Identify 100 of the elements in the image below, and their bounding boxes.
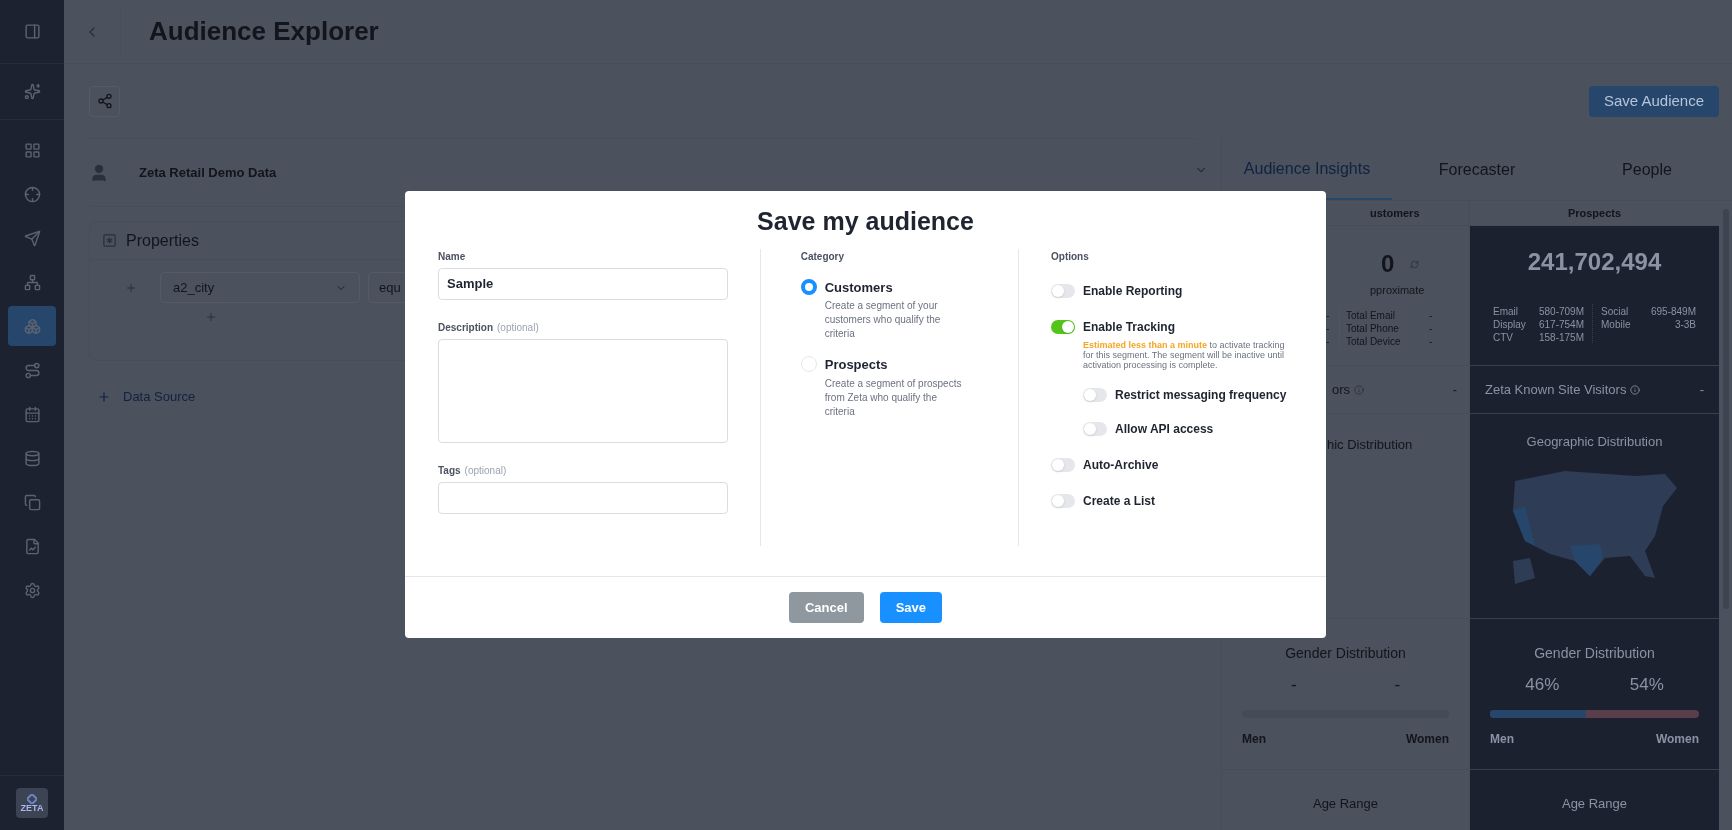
insights-tab[interactable]: Forecaster: [1392, 139, 1562, 200]
data-source-name: Zeta Retail Demo Data: [139, 163, 277, 182]
toggle-switch[interactable]: [1051, 283, 1075, 298]
channel-label: Mobile: [1601, 318, 1631, 330]
stat-value: -: [1429, 334, 1433, 349]
channel-range: 617-754M: [1538, 318, 1584, 330]
visitors-value: -: [1452, 380, 1457, 399]
database-icon: [23, 449, 41, 467]
women-label: Women: [1405, 730, 1449, 748]
column-heading: ustomers: [1370, 205, 1420, 221]
sparkle-icon: [23, 83, 41, 100]
section-title: Age Range: [1561, 795, 1628, 813]
channel-range: 580-709M: [1538, 305, 1584, 317]
stat-value: -: [1429, 321, 1433, 336]
add-icon[interactable]: [125, 281, 137, 294]
option-description: Create a segment of prospects from Zeta who qualify the criteria: [824, 376, 963, 419]
column-heading: Prospects: [1567, 205, 1622, 221]
field-label: Description: [438, 320, 493, 335]
stat-label: Total Email: [1339, 307, 1429, 323]
radio-button[interactable]: [800, 278, 817, 295]
send-icon: [23, 229, 41, 247]
refresh-icon[interactable]: [1410, 259, 1420, 269]
women-label: Women: [1655, 730, 1699, 748]
toggle-switch[interactable]: [1083, 387, 1107, 402]
save-button[interactable]: Save: [879, 592, 942, 623]
report-icon: [23, 537, 41, 555]
calendar-icon: [23, 405, 41, 423]
radio-label[interactable]: Prospects: [824, 355, 965, 375]
visitors-label: Zeta Known Site Visitors: [1485, 380, 1627, 399]
channel-range: 3-3B: [1674, 318, 1696, 330]
add-icon[interactable]: [205, 311, 217, 323]
women-value: -: [1394, 674, 1401, 696]
stat-label: Total Device: [1339, 333, 1429, 349]
section-title: hic Distribution: [1327, 437, 1413, 452]
panel-toggle-icon: [23, 23, 41, 40]
radio-label[interactable]: Customers: [824, 277, 965, 297]
optional-hint: (optional): [497, 320, 539, 335]
customer-count: 0: [1381, 249, 1395, 279]
hierarchy-icon: [23, 273, 41, 291]
field-dropdown[interactable]: a2_city: [160, 272, 360, 303]
info-icon[interactable]: [1354, 384, 1365, 395]
share-button[interactable]: [89, 85, 120, 117]
toggle-label: Create a List: [1083, 492, 1156, 510]
section-title: Geographic Distribution: [1526, 433, 1663, 451]
dialog-title: Save my audience: [756, 206, 975, 237]
stat-label: Total Phone: [1339, 320, 1429, 336]
toggle-label: Enable Reporting: [1083, 282, 1183, 300]
optional-hint: (optional): [464, 463, 507, 478]
men-label: Men: [1242, 730, 1266, 748]
description-field[interactable]: [438, 338, 728, 443]
channel-label: Social: [1601, 305, 1629, 317]
stat-value: -: [1326, 321, 1331, 336]
men-value: 46%: [1525, 674, 1560, 696]
logo-text: ZETA: [20, 803, 44, 813]
channel-range: 158-175M: [1538, 331, 1584, 343]
men-value: -: [1290, 674, 1297, 696]
info-icon[interactable]: [1630, 384, 1641, 395]
card-title: Properties: [126, 230, 199, 251]
count-note: pproximate: [1369, 283, 1426, 298]
toggle-label: Enable Tracking: [1083, 318, 1176, 336]
cancel-button[interactable]: Cancel: [789, 592, 864, 623]
sidebar-item[interactable]: [8, 306, 56, 346]
tracking-note: Estimated less than a minute to activate tracking for this segment. The segment will be inactive until activation processing is complete.: [1083, 339, 1286, 370]
stat-value: -: [1326, 334, 1331, 349]
toggle-switch[interactable]: [1051, 493, 1075, 508]
option-description: Create a segment of your customers who qualify the criteria: [824, 299, 942, 341]
field-label: Tags: [438, 463, 461, 478]
tags-field[interactable]: [438, 481, 728, 514]
stat-value: -: [1429, 308, 1433, 323]
asterisk-icon: [102, 233, 117, 248]
user-icon: [89, 162, 109, 183]
save-audience-button[interactable]: Save Audience: [1588, 86, 1719, 117]
toggle-switch[interactable]: [1051, 319, 1075, 334]
channel-label: CTV: [1493, 331, 1513, 343]
toggle-switch[interactable]: [1051, 457, 1075, 472]
grid-icon: [23, 141, 41, 159]
crosshair-icon: [23, 185, 41, 203]
section-title: Gender Distribution: [1534, 644, 1655, 663]
diamond-icon: [27, 793, 37, 804]
insights-tab[interactable]: People: [1562, 139, 1732, 200]
copy-icon: [23, 493, 41, 511]
toggle-switch[interactable]: [1083, 421, 1107, 436]
section-label: Options: [1051, 249, 1090, 264]
prospect-count: 241,702,494: [1527, 247, 1662, 277]
name-field[interactable]: Sample: [438, 267, 728, 300]
add-data-source-link[interactable]: Data Source: [97, 387, 196, 407]
toggle-label: Auto-Archive: [1083, 456, 1159, 474]
route-icon: [23, 361, 41, 379]
toggle-label: Allow API access: [1115, 420, 1214, 438]
channel-label: Email: [1493, 305, 1518, 317]
channel-range: 695-849M: [1650, 305, 1696, 317]
field-label: Name: [438, 249, 467, 264]
section-title: Gender Distribution: [1285, 644, 1406, 663]
section-title: Age Range: [1312, 795, 1379, 813]
share-icon: [96, 93, 113, 109]
women-value: 54%: [1629, 674, 1664, 696]
logo[interactable]: ZETA: [16, 788, 48, 818]
channel-label: Display: [1493, 318, 1526, 330]
settings-icon: [23, 581, 41, 599]
plus-icon: [97, 389, 111, 404]
